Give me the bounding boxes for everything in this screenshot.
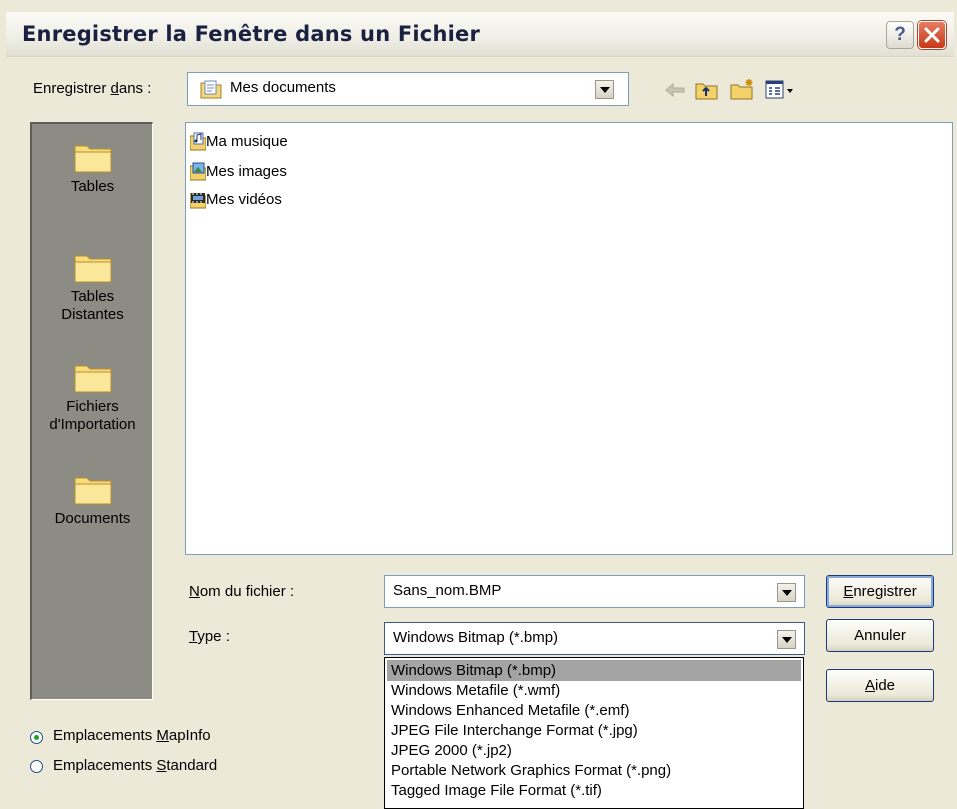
- standard-locations-label[interactable]: Emplacements Standard: [53, 757, 217, 774]
- help-button[interactable]: Aide: [826, 669, 934, 702]
- close-icon: [924, 27, 940, 43]
- save-in-value: Mes documents: [230, 79, 336, 96]
- file-name: Mes images: [206, 163, 287, 180]
- file-name: Ma musique: [206, 133, 288, 150]
- type-dropdown-button[interactable]: [777, 630, 796, 649]
- type-option[interactable]: Windows Enhanced Metafile (*.emf): [387, 700, 801, 721]
- type-option[interactable]: Windows Metafile (*.wmf): [387, 680, 801, 701]
- place-tables[interactable]: Tables: [32, 138, 153, 196]
- cancel-button[interactable]: Annuler: [826, 619, 934, 652]
- folder-icon: [74, 145, 111, 173]
- title-close-button[interactable]: [918, 21, 946, 49]
- place-label: Documents: [54, 510, 131, 527]
- pictures-folder-icon: [190, 162, 206, 181]
- save-in-dropdown-button[interactable]: [595, 80, 614, 99]
- type-value: Windows Bitmap (*.bmp): [393, 629, 559, 646]
- place-remote-tables[interactable]: Tables Distantes: [32, 248, 153, 324]
- folder-icon: [74, 477, 111, 505]
- title-help-button[interactable]: ?: [886, 21, 914, 49]
- save-button[interactable]: Enregistrer: [826, 575, 934, 608]
- save-in-label: Enregistrer dans :: [33, 80, 152, 97]
- place-documents[interactable]: Documents: [32, 470, 153, 528]
- up-folder-icon[interactable]: [695, 80, 719, 100]
- type-option[interactable]: Tagged Image File Format (*.tif): [387, 780, 801, 801]
- folder-icon: [74, 365, 111, 393]
- mapinfo-locations-label[interactable]: Emplacements MapInfo: [53, 727, 211, 744]
- radio-standard-locations[interactable]: [30, 760, 43, 773]
- music-folder-icon: [190, 132, 206, 151]
- place-label: Tables: [70, 288, 115, 305]
- type-label: Type :: [189, 628, 230, 645]
- title-bar: Enregistrer la Fenêtre dans un Fichier ?: [6, 12, 954, 57]
- videos-folder-icon: [190, 193, 206, 209]
- filename-label: Nom du fichier :: [189, 583, 295, 600]
- save-in-dropdown[interactable]: Mes documents: [187, 72, 629, 106]
- place-label: d'Importation: [49, 416, 136, 433]
- view-menu-icon[interactable]: [765, 80, 795, 100]
- filename-dropdown-button[interactable]: [777, 583, 796, 602]
- type-dropdown[interactable]: Windows Bitmap (*.bmp): [384, 622, 805, 655]
- filename-field[interactable]: Sans_nom.BMP: [384, 575, 805, 608]
- save-window-dialog: Enregistrer la Fenêtre dans un Fichier ?…: [0, 0, 957, 809]
- type-options-list[interactable]: Windows Bitmap (*.bmp) Windows Metafile …: [384, 657, 804, 809]
- type-option[interactable]: Portable Network Graphics Format (*.png): [387, 760, 801, 781]
- folder-icon: [74, 255, 111, 283]
- type-option[interactable]: JPEG 2000 (*.jp2): [387, 740, 801, 761]
- back-arrow-icon[interactable]: [664, 82, 686, 98]
- documents-folder-icon: [200, 80, 222, 99]
- radio-mapinfo-locations[interactable]: [30, 731, 43, 744]
- place-import-files[interactable]: Fichiers d'Importation: [32, 358, 153, 434]
- dialog-title: Enregistrer la Fenêtre dans un Fichier: [22, 22, 481, 46]
- place-label: Distantes: [61, 306, 124, 323]
- place-label: Fichiers: [66, 398, 119, 415]
- filename-value: Sans_nom.BMP: [393, 582, 502, 599]
- file-list[interactable]: Ma musique Mes images Mes vidéos: [185, 122, 953, 555]
- places-bar: Tables Tables Distantes Fichiers d'Impor…: [30, 122, 153, 700]
- type-option[interactable]: JPEG File Interchange Format (*.jpg): [387, 720, 801, 741]
- new-folder-icon[interactable]: [730, 78, 756, 100]
- type-option[interactable]: Windows Bitmap (*.bmp): [387, 660, 801, 681]
- place-label: Tables: [70, 178, 115, 195]
- file-name: Mes vidéos: [206, 191, 282, 208]
